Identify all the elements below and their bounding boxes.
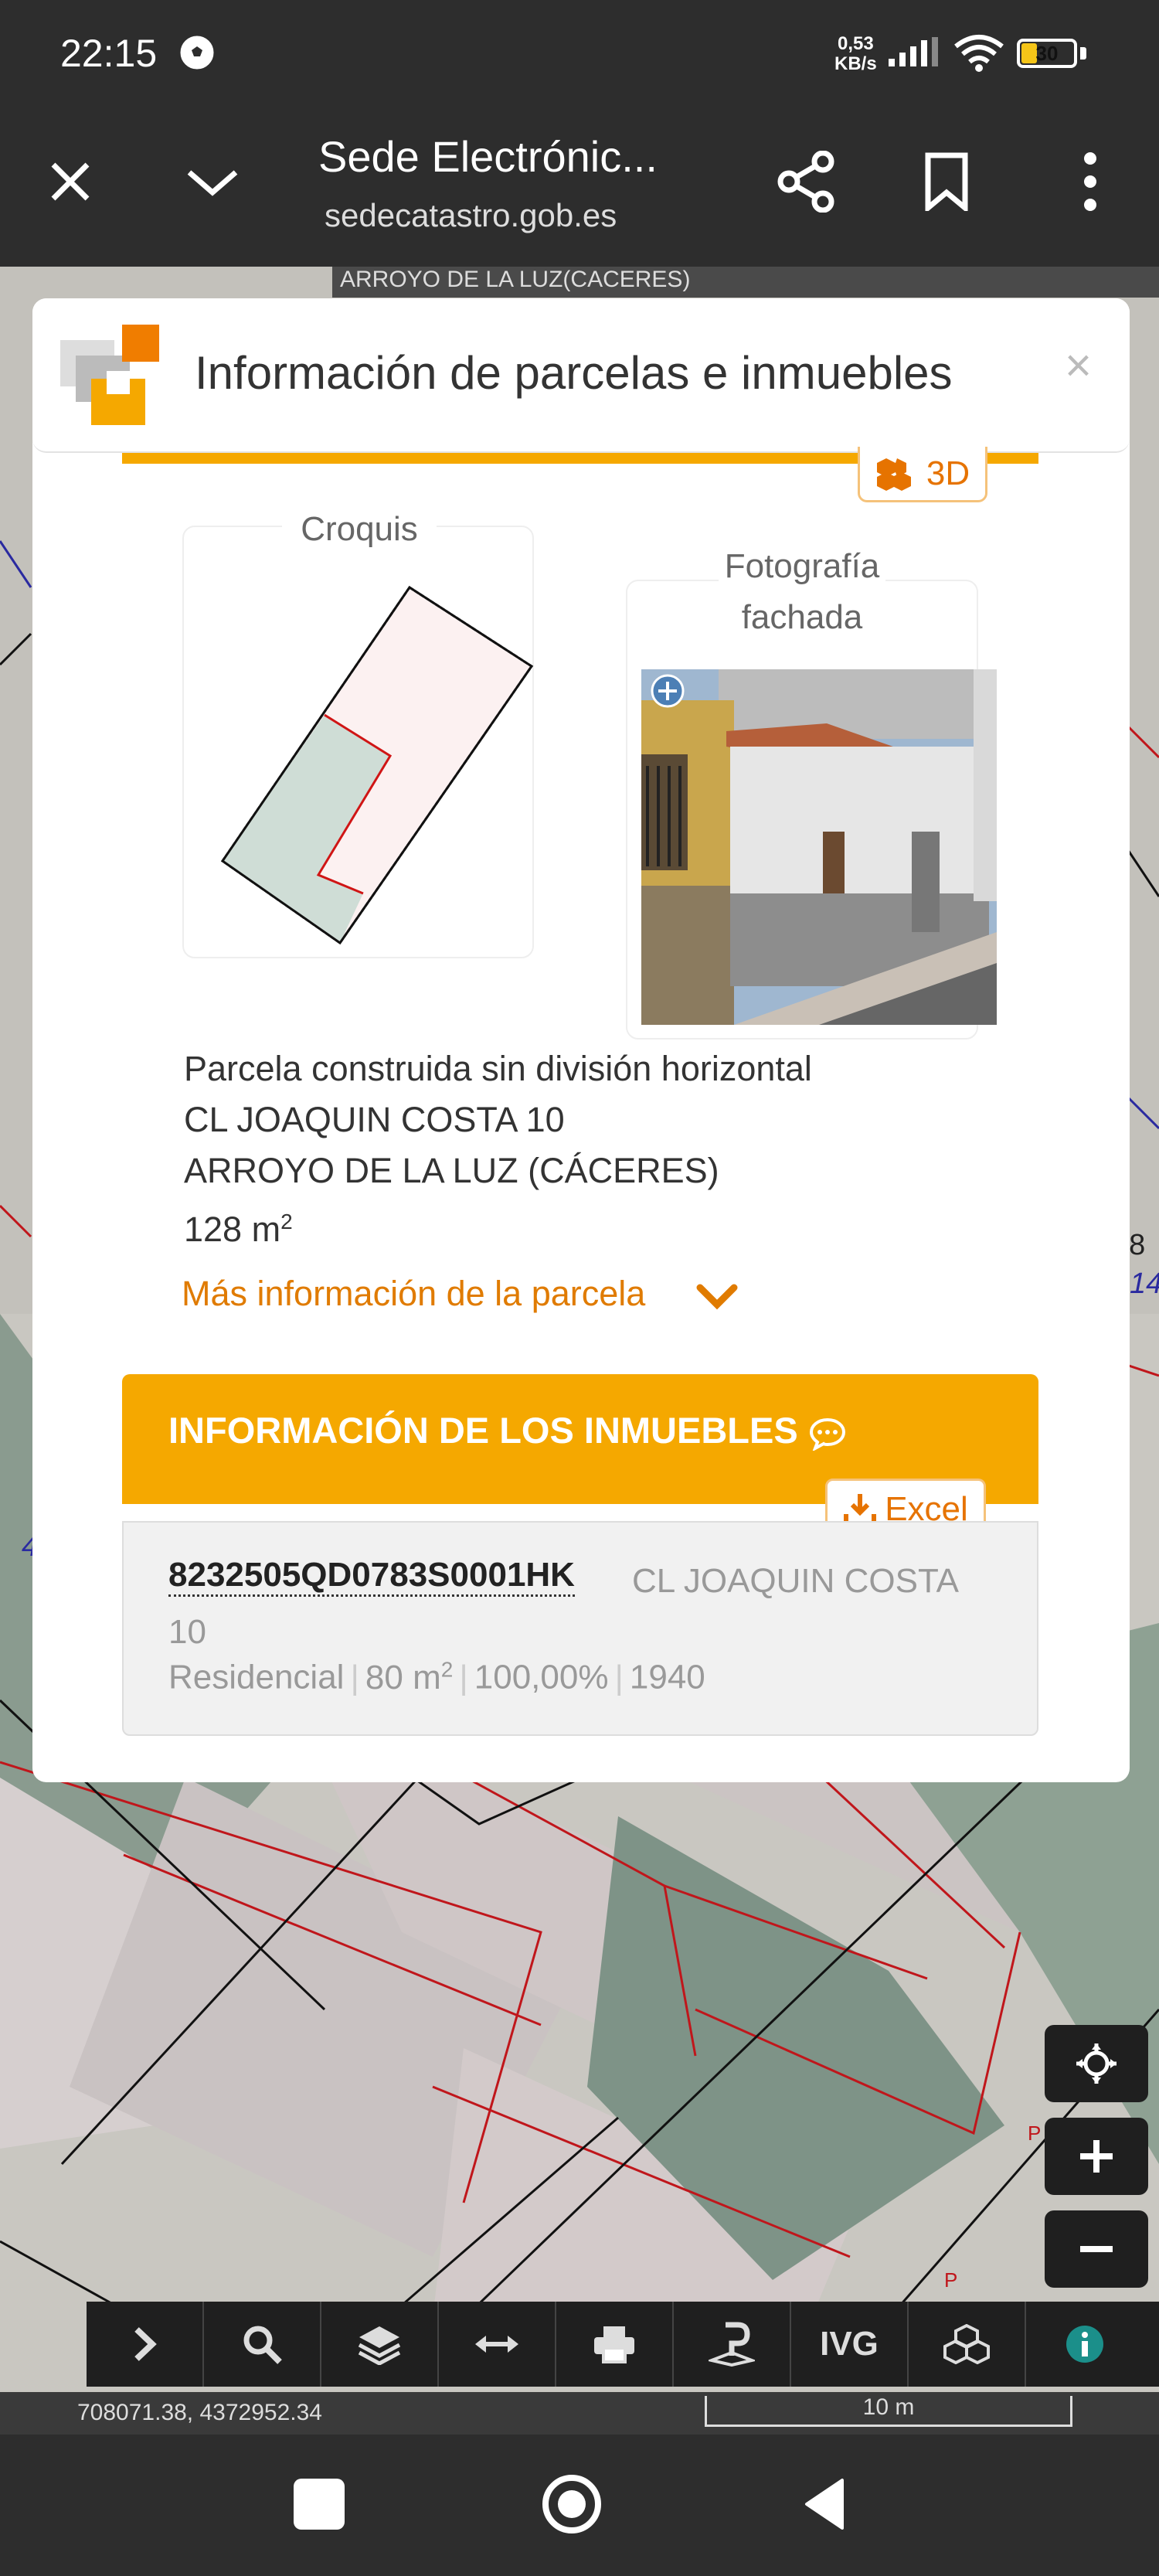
map-label: 14 [1130,1268,1159,1300]
map-toolbar: IVG [87,2302,1159,2387]
minus-icon [1080,2246,1113,2252]
view-3d-button[interactable]: 3D [858,447,987,502]
ivg-button[interactable]: IVG [791,2302,909,2387]
catastro-logo [60,325,159,425]
property-details: Residencial | 80 m2 | 100,00% | 1940 [168,1657,705,1696]
share-button[interactable] [763,139,848,224]
property-cadastral-ref-link[interactable]: 8232505QD0783S0001HK [168,1556,575,1597]
crosshair-icon [1076,2043,1117,2084]
map-label: P [1028,2122,1042,2145]
cubes-icon [876,458,911,491]
zoom-in-button[interactable] [1045,2118,1148,2195]
parcel-town: ARROYO DE LA LUZ (CÁCERES) [184,1151,719,1190]
facade-photo[interactable] [641,669,997,1025]
parcel-locate-button[interactable] [674,2302,791,2387]
search-icon [243,2326,282,2364]
map-place-name: ARROYO DE LA LUZ(CACERES) [340,267,691,292]
plus-icon [1080,2140,1113,2173]
parcel-area: 128 m2 [184,1210,293,1249]
minimize-button[interactable] [170,139,255,224]
properties-section-title: INFORMACIÓN DE LOS INMUEBLES [168,1409,847,1451]
measure-button[interactable] [439,2302,556,2387]
comment-icon [809,1417,845,1451]
wifi-icon [954,35,1004,72]
expand-toolbar-button[interactable] [87,2302,204,2387]
page-title: Sede Electrónic... [318,132,658,181]
page-url: sedecatastro.gob.es [325,197,617,233]
soccer-ball-icon [180,36,214,70]
search-button[interactable] [204,2302,321,2387]
more-vertical-icon [1084,152,1096,211]
more-options-button[interactable] [1048,139,1133,224]
share-icon [777,151,834,213]
zoom-out-button[interactable] [1045,2210,1148,2288]
back-button[interactable] [804,2477,850,2531]
modal-title: Información de parcelas e inmuebles [195,347,953,399]
bookmark-button[interactable] [904,139,989,224]
layers-button[interactable] [321,2302,439,2387]
bookmark-icon [925,152,968,211]
parcel-info: Parcela construida sin división horizont… [184,1043,980,1255]
chevron-right-icon [134,2327,157,2361]
home-button[interactable] [541,2473,603,2535]
signal-icon [889,37,938,66]
locate-button[interactable] [1045,2025,1148,2102]
printer-icon [594,2326,634,2363]
cubes-icon [943,2324,990,2364]
modal-close-button[interactable]: × [1065,339,1092,392]
battery-nub [1080,47,1086,60]
parcel-address: CL JOAQUIN COSTA 10 [184,1100,565,1139]
sketch-label: Croquis [185,510,533,549]
parcel-pin-icon [709,2322,755,2367]
info-icon [1066,2326,1103,2363]
chevron-down-icon [187,170,238,196]
print-button[interactable] [556,2302,674,2387]
close-icon [51,162,90,201]
network-speed: 0,53 KB/s [834,33,877,74]
battery-icon: 30 [1017,39,1077,68]
property-area: 80 m2 [365,1657,454,1696]
arrows-horizontal-icon [475,2336,518,2353]
close-tab-button[interactable] [28,139,113,224]
map-label: P [944,2268,958,2292]
recents-button[interactable] [294,2479,345,2530]
more-parcel-info-link[interactable]: Más información de la parcela [182,1274,645,1314]
layers-icon [358,2326,401,2365]
parcel-type: Parcela construida sin división horizont… [184,1049,812,1088]
3d-view-button[interactable] [909,2302,1026,2387]
property-share: 100,00% [474,1658,609,1696]
map-scale-label: 10 m [862,2394,915,2420]
parcel-sketch[interactable] [216,580,541,951]
property-use: Residencial [168,1658,345,1696]
status-time: 22:15 [60,32,158,75]
chevron-down-icon[interactable] [695,1283,739,1311]
property-year: 1940 [629,1658,705,1696]
map-coordinates: 708071.38, 4372952.34 [77,2400,322,2425]
facade-photo-label: Fotografía fachada [649,541,955,643]
info-button[interactable] [1026,2302,1144,2387]
view-3d-label: 3D [926,454,970,492]
